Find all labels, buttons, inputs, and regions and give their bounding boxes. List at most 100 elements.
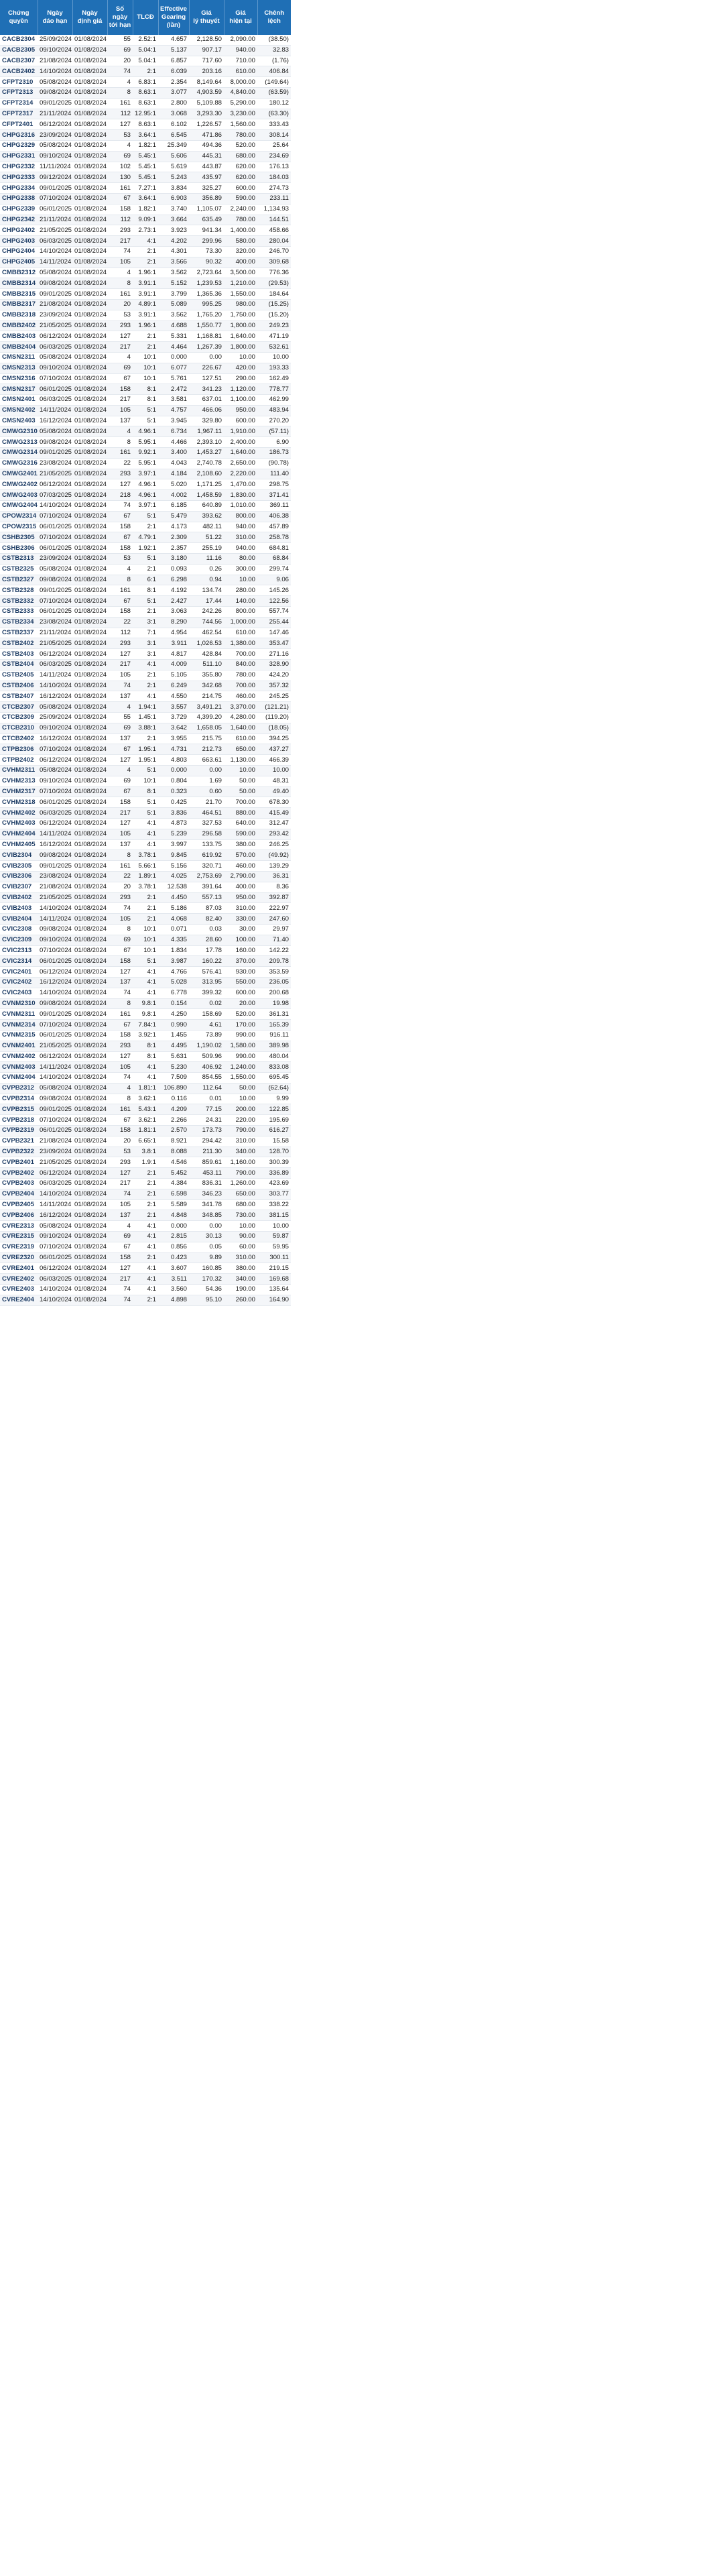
table-row: CVPB2402 06/12/2024 01/08/2024 127 2:1 5.452 4… [0, 1167, 291, 1179]
cell-valuation-date: 01/08/2024 [72, 56, 107, 67]
cell-warrant-code: CFPT2314 [0, 98, 38, 109]
cell-days-to-maturity: 161 [107, 182, 133, 194]
cell-maturity-date: 06/03/2025 [38, 341, 72, 353]
cell-warrant-code: CHPG2332 [0, 162, 38, 173]
cell-theoretical-price: 466.06 [189, 405, 224, 416]
cell-theoretical-price: 0.00 [189, 765, 224, 776]
cell-current-price: 610.00 [224, 734, 257, 745]
cell-warrant-code: CMBB2317 [0, 299, 38, 310]
cell-conversion-ratio: 5:1 [133, 553, 158, 565]
cell-current-price: 650.00 [224, 744, 257, 756]
cell-conversion-ratio: 2.52:1 [133, 35, 158, 46]
table-row: CVNM2402 06/12/2024 01/08/2024 127 8:1 5.631 5… [0, 1051, 291, 1063]
table-row: CTCB2402 16/12/2024 01/08/2024 137 2:1 3.955 2… [0, 734, 291, 745]
cell-difference: 147.46 [257, 628, 291, 639]
cell-theoretical-price: 203.16 [189, 66, 224, 78]
cell-days-to-maturity: 127 [107, 754, 133, 766]
cell-effective-gearing: 5.619 [158, 162, 189, 173]
cell-current-price: 590.00 [224, 193, 257, 204]
table-body: CACB2304 25/09/2024 01/08/2024 55 2.52:1 4.65… [0, 35, 291, 1306]
cell-maturity-date: 09/12/2024 [38, 172, 72, 184]
cell-conversion-ratio: 3.97:1 [133, 469, 158, 480]
cell-days-to-maturity: 137 [107, 734, 133, 745]
cell-maturity-date: 05/08/2024 [38, 564, 72, 575]
table-row: CSTB2333 06/01/2025 01/08/2024 158 2:1 3.063 2… [0, 606, 291, 618]
cell-conversion-ratio: 3.8:1 [133, 1147, 158, 1158]
cell-current-price: 460.00 [224, 860, 257, 872]
cell-valuation-date: 01/08/2024 [72, 182, 107, 194]
cell-maturity-date: 07/10/2024 [38, 1019, 72, 1031]
table-row: CMSN2316 07/10/2024 01/08/2024 67 10:1 5.761 1… [0, 373, 291, 385]
cell-days-to-maturity: 69 [107, 776, 133, 787]
cell-difference: 135.64 [257, 1284, 291, 1295]
cell-current-price: 400.00 [224, 882, 257, 893]
cell-days-to-maturity: 22 [107, 871, 133, 882]
cell-valuation-date: 01/08/2024 [72, 225, 107, 237]
cell-maturity-date: 14/10/2024 [38, 1295, 72, 1306]
cell-difference: (63.30) [257, 109, 291, 120]
cell-theoretical-price: 160.85 [189, 1263, 224, 1275]
cell-current-price: 1,580.00 [224, 1041, 257, 1052]
cell-difference: (15.20) [257, 310, 291, 321]
cell-theoretical-price: 112.64 [189, 1083, 224, 1094]
cell-theoretical-price: 5,109.88 [189, 98, 224, 109]
cell-maturity-date: 14/10/2024 [38, 681, 72, 692]
cell-effective-gearing: 2.354 [158, 76, 189, 88]
cell-valuation-date: 01/08/2024 [72, 235, 107, 247]
cell-valuation-date: 01/08/2024 [72, 1104, 107, 1116]
cell-current-price: 30.00 [224, 924, 257, 935]
cell-conversion-ratio: 10:1 [133, 373, 158, 385]
cell-current-price: 620.00 [224, 172, 257, 184]
cell-warrant-code: CVIB2307 [0, 882, 38, 893]
cell-theoretical-price: 242.26 [189, 606, 224, 618]
cell-effective-gearing: 4.495 [158, 1041, 189, 1052]
cell-conversion-ratio: 8:1 [133, 1051, 158, 1063]
cell-valuation-date: 01/08/2024 [72, 1231, 107, 1242]
cell-days-to-maturity: 4 [107, 765, 133, 776]
header-row: Chứng quyền Ngày đáo hạn Ngày định giá S… [0, 0, 291, 35]
cell-days-to-maturity: 218 [107, 489, 133, 502]
cell-maturity-date: 21/05/2025 [38, 892, 72, 904]
table-row: CVHM2313 09/10/2024 01/08/2024 69 10:1 0.804 1… [0, 776, 291, 787]
cell-effective-gearing: 1.455 [158, 1030, 189, 1041]
cell-days-to-maturity: 67 [107, 193, 133, 204]
cell-effective-gearing: 3.557 [158, 701, 189, 713]
cell-maturity-date: 14/10/2024 [38, 246, 72, 257]
cell-valuation-date: 01/08/2024 [72, 1147, 107, 1158]
cell-days-to-maturity: 112 [107, 109, 133, 120]
cell-conversion-ratio: 4:1 [133, 966, 158, 978]
cell-warrant-code: CVNM2401 [0, 1041, 38, 1052]
cell-days-to-maturity: 74 [107, 988, 133, 999]
cell-difference: 462.99 [257, 394, 291, 406]
cell-difference: 381.15 [257, 1210, 291, 1222]
cell-effective-gearing: 3.642 [158, 723, 189, 734]
cell-current-price: 1,800.00 [224, 341, 257, 353]
cell-theoretical-price: 995.25 [189, 299, 224, 310]
cell-valuation-date: 01/08/2024 [72, 1220, 107, 1232]
cell-difference: 328.90 [257, 659, 291, 670]
cell-maturity-date: 16/12/2024 [38, 1210, 72, 1222]
cell-difference: (63.59) [257, 87, 291, 99]
cell-warrant-code: CTPB2306 [0, 744, 38, 756]
cell-theoretical-price: 127.51 [189, 373, 224, 385]
cell-conversion-ratio: 8:1 [133, 394, 158, 406]
cell-conversion-ratio: 5.04:1 [133, 56, 158, 67]
cell-theoretical-price: 1,168.81 [189, 331, 224, 343]
cell-difference: 1,134.93 [257, 204, 291, 215]
cell-conversion-ratio: 4:1 [133, 1284, 158, 1295]
cell-warrant-code: CVRE2402 [0, 1273, 38, 1285]
cell-effective-gearing: 3.945 [158, 416, 189, 427]
cell-effective-gearing: 4.173 [158, 522, 189, 533]
cell-effective-gearing: 4.803 [158, 754, 189, 766]
cell-effective-gearing: 4.550 [158, 691, 189, 703]
table-row: CMBB2314 09/08/2024 01/08/2024 8 3.91:1 5.152… [0, 278, 291, 290]
cell-conversion-ratio: 2:1 [133, 670, 158, 681]
cell-difference: 36.31 [257, 871, 291, 882]
table-row: CTPB2306 07/10/2024 01/08/2024 67 1.95:1 4.73… [0, 744, 291, 756]
table-row: CSTB2332 07/10/2024 01/08/2024 67 5:1 2.427 17… [0, 595, 291, 607]
cell-current-price: 400.00 [224, 257, 257, 268]
cell-maturity-date: 16/12/2024 [38, 977, 72, 988]
cell-effective-gearing: 5.028 [158, 977, 189, 988]
cell-warrant-code: CMSN2316 [0, 373, 38, 385]
cell-days-to-maturity: 161 [107, 288, 133, 300]
